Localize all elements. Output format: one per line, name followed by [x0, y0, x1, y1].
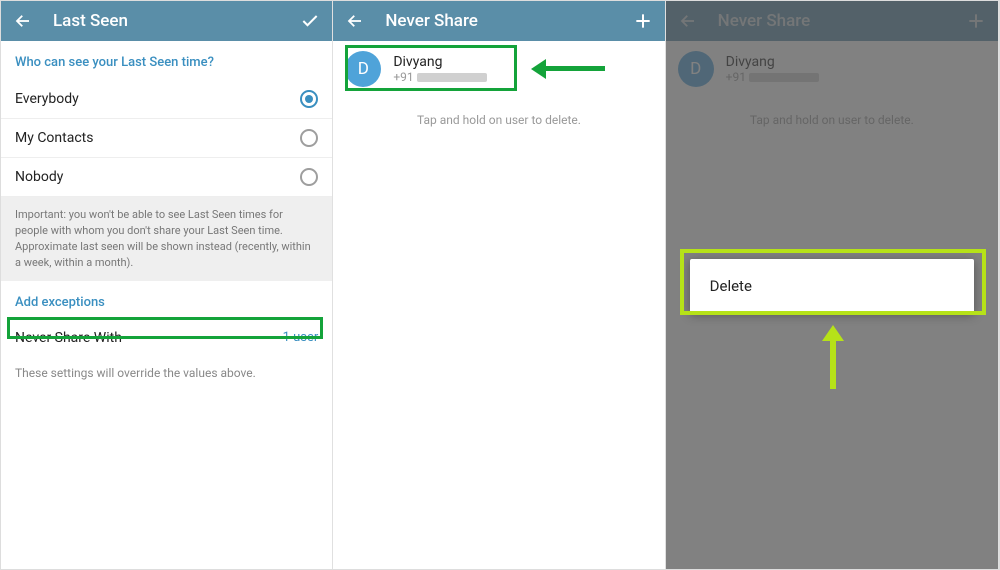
add-icon[interactable] — [631, 9, 655, 33]
contact-phone: +91 — [393, 70, 486, 84]
option-everybody[interactable]: Everybody — [1, 80, 332, 119]
radio-icon — [300, 168, 318, 186]
never-share-count: 1 user — [283, 330, 319, 346]
never-share-label: Never Share With — [15, 330, 122, 346]
option-label: Nobody — [15, 169, 63, 185]
option-label: Everybody — [15, 91, 79, 107]
avatar: D — [345, 51, 381, 87]
contact-name: Divyang — [393, 54, 486, 70]
header-bar: Never Share — [333, 1, 664, 41]
context-menu: Delete — [690, 259, 974, 313]
option-label: My Contacts — [15, 130, 93, 146]
never-share-row[interactable]: Never Share With 1 user — [1, 320, 332, 356]
section-title-exceptions: Add exceptions — [1, 281, 332, 320]
confirm-icon[interactable] — [298, 9, 322, 33]
panel-last-seen: Last Seen Who can see your Last Seen tim… — [1, 1, 333, 569]
delete-hint: Tap and hold on user to delete. — [333, 97, 664, 143]
radio-icon — [300, 90, 318, 108]
menu-item-delete[interactable]: Delete — [710, 277, 954, 295]
contact-row[interactable]: D Divyang +91 — [333, 41, 664, 97]
footer-hint: These settings will override the values … — [1, 356, 332, 390]
back-icon[interactable] — [343, 9, 367, 33]
header-bar: Last Seen — [1, 1, 332, 41]
option-my-contacts[interactable]: My Contacts — [1, 119, 332, 158]
panel-never-share-menu: Never Share D Divyang +91 Tap and hold o… — [666, 1, 999, 569]
section-title-who: Who can see your Last Seen time? — [1, 41, 332, 80]
option-nobody[interactable]: Nobody — [1, 158, 332, 197]
header-title: Never Share — [385, 11, 630, 31]
back-icon[interactable] — [11, 9, 35, 33]
panel-never-share: Never Share D Divyang +91 Tap and hold o… — [333, 1, 665, 569]
info-text: Important: you won't be able to see Last… — [1, 197, 332, 281]
redacted-number — [417, 73, 487, 82]
radio-icon — [300, 129, 318, 147]
header-title: Last Seen — [53, 11, 298, 31]
